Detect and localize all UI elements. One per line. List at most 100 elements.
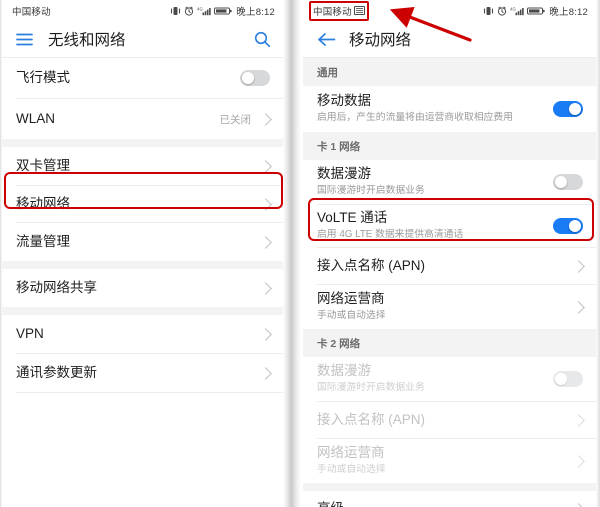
list-item-wlan[interactable]: WLAN 已关闭	[2, 99, 283, 139]
row-labels: VPN	[16, 326, 257, 343]
list-item-label: 移动网络共享	[16, 279, 97, 295]
list-item-mobile-network[interactable]: 移动网络	[2, 186, 283, 222]
svg-text:4G: 4G	[197, 6, 203, 11]
list-item-label: VoLTE 通话	[317, 210, 388, 226]
carrier-label: 中国移动	[313, 6, 352, 18]
list-item-label: WLAN	[16, 110, 56, 126]
list-item-apn-sim1[interactable]: 接入点名称 (APN)	[303, 248, 596, 284]
row-labels: 接入点名称 (APN)	[317, 258, 570, 275]
list-item-sublabel: 手动或自动选择	[317, 464, 386, 476]
chevron-right-icon	[572, 413, 585, 427]
list-item-label: 双卡管理	[16, 157, 70, 173]
signal-icon: 4G	[197, 6, 211, 16]
section-header-sim1: 卡 1 网络	[303, 132, 596, 160]
row-labels: 流量管理	[16, 234, 257, 251]
alarm-icon	[184, 6, 194, 16]
left-app-bar: 无线和网络	[2, 21, 283, 58]
data-roaming-toggle-sim1[interactable]	[553, 174, 583, 190]
section-header-general: 通用	[303, 58, 596, 86]
list-item-mobile-data[interactable]: 移动数据 启用后，产生的流量将由运营商收取相应费用	[303, 86, 596, 132]
section-header-sim2: 卡 2 网络	[303, 329, 596, 357]
row-labels: 移动网络	[16, 196, 257, 213]
list-item-sublabel: 国际漫游时开启数据业务	[317, 185, 425, 197]
list-item-apn-sim2: 接入点名称 (APN)	[303, 402, 596, 438]
battery-icon	[527, 6, 545, 16]
list-item-label: 网络运营商	[317, 291, 385, 307]
list-item-network-operator-sim1[interactable]: 网络运营商 手动或自动选择	[303, 285, 596, 329]
vibrate-icon	[483, 6, 494, 16]
row-labels: 双卡管理	[16, 158, 257, 175]
wlan-status-value: 已关闭	[219, 113, 252, 126]
toggle-knob	[242, 72, 254, 84]
row-labels: WLAN	[16, 111, 220, 128]
list-item-volte-calling[interactable]: VoLTE 通话 启用 4G LTE 数据来提供高清通话	[303, 205, 596, 247]
chevron-right-icon	[259, 197, 272, 211]
toggle-knob	[569, 103, 581, 115]
list-item-airplane-mode[interactable]: 飞行模式	[2, 58, 283, 98]
right-settings-list[interactable]: 通用 移动数据 启用后，产生的流量将由运营商收取相应费用 卡 1 网络 数据漫游…	[303, 58, 596, 507]
row-divider	[16, 392, 283, 393]
red-arrow-annotation	[389, 6, 472, 42]
list-item-label: 通讯参数更新	[16, 364, 97, 380]
chevron-right-icon	[259, 235, 272, 249]
toggle-knob	[555, 176, 567, 188]
group-separator	[2, 307, 283, 315]
list-item-sublabel: 启用 4G LTE 数据来提供高清通话	[317, 229, 464, 241]
list-item-label: 流量管理	[16, 233, 70, 249]
chevron-right-icon	[572, 300, 585, 314]
list-item-tethering[interactable]: 移动网络共享	[2, 269, 283, 307]
list-item-label: 数据漫游	[317, 363, 371, 379]
row-labels: 高级	[317, 501, 570, 507]
row-labels: 网络运营商 手动或自动选择	[317, 291, 570, 323]
carrier-with-volte-badge: 中国移动	[309, 0, 369, 21]
chevron-right-icon	[259, 366, 272, 380]
list-item-label: 移动网络	[16, 195, 70, 211]
list-item-network-operator-sim2: 网络运营商 手动或自动选择	[303, 439, 596, 483]
back-arrow-icon[interactable]	[317, 32, 336, 47]
list-item-dual-sim[interactable]: 双卡管理	[2, 147, 283, 185]
status-bar-icons: 4G	[483, 6, 545, 16]
chevron-right-icon	[259, 159, 272, 173]
status-bar-time: 晚上8:12	[549, 6, 588, 18]
list-item-label: 飞行模式	[16, 69, 70, 85]
chevron-right-icon	[259, 327, 272, 341]
row-labels: 移动网络共享	[16, 280, 257, 297]
list-item-label: 数据漫游	[317, 166, 371, 182]
list-item-vpn[interactable]: VPN	[2, 315, 283, 353]
panel-separator-gutter	[283, 0, 301, 507]
page-title: 无线和网络	[48, 32, 126, 49]
group-separator	[2, 139, 283, 147]
left-phone-panel: 中国移动 4G 晚上8:12 无线和网络 飞行模式 WLAN 已关闭 双卡管理 …	[2, 0, 283, 507]
row-labels: 通讯参数更新	[16, 365, 257, 382]
right-phone-panel: 中国移动 4G 晚上8:12 移动网络 通用 移动数据 启用后，产生的流量将由运…	[303, 0, 596, 507]
battery-icon	[214, 6, 232, 16]
list-item-comm-params-update[interactable]: 通讯参数更新	[2, 354, 283, 392]
list-item-label: 接入点名称 (APN)	[317, 257, 425, 273]
left-status-bar: 中国移动 4G 晚上8:12	[2, 0, 283, 21]
group-separator	[303, 483, 596, 491]
row-labels: 网络运营商 手动或自动选择	[317, 445, 570, 477]
chevron-right-icon	[572, 259, 585, 273]
hamburger-menu-icon[interactable]	[16, 33, 33, 46]
chevron-right-icon	[259, 112, 272, 126]
chevron-right-icon	[572, 454, 585, 468]
volte-toggle[interactable]	[553, 218, 583, 234]
list-item-label: 接入点名称 (APN)	[317, 411, 425, 427]
search-icon[interactable]	[254, 31, 271, 48]
row-labels: VoLTE 通话 启用 4G LTE 数据来提供高清通话	[317, 210, 553, 242]
screenshot-stage: 中国移动 4G 晚上8:12 无线和网络 飞行模式 WLAN 已关闭 双卡管理 …	[0, 0, 600, 507]
list-item-label: 高级	[317, 501, 570, 507]
svg-text:4G: 4G	[510, 6, 516, 11]
data-roaming-toggle-sim2	[553, 371, 583, 387]
list-item-advanced[interactable]: 高级	[303, 491, 596, 507]
status-bar-time: 晚上8:12	[236, 6, 275, 18]
airplane-mode-toggle[interactable]	[240, 70, 270, 86]
list-item-label: 网络运营商	[317, 445, 385, 461]
list-item-data-usage[interactable]: 流量管理	[2, 223, 283, 261]
signal-icon: 4G	[510, 6, 524, 16]
row-labels: 数据漫游 国际漫游时开启数据业务	[317, 363, 553, 395]
right-edge-shadow	[596, 0, 600, 507]
mobile-data-toggle[interactable]	[553, 101, 583, 117]
left-settings-list[interactable]: 飞行模式 WLAN 已关闭 双卡管理 移动网络 流量管理 移动网络共享 VPN …	[2, 58, 283, 507]
list-item-data-roaming-sim1[interactable]: 数据漫游 国际漫游时开启数据业务	[303, 160, 596, 204]
